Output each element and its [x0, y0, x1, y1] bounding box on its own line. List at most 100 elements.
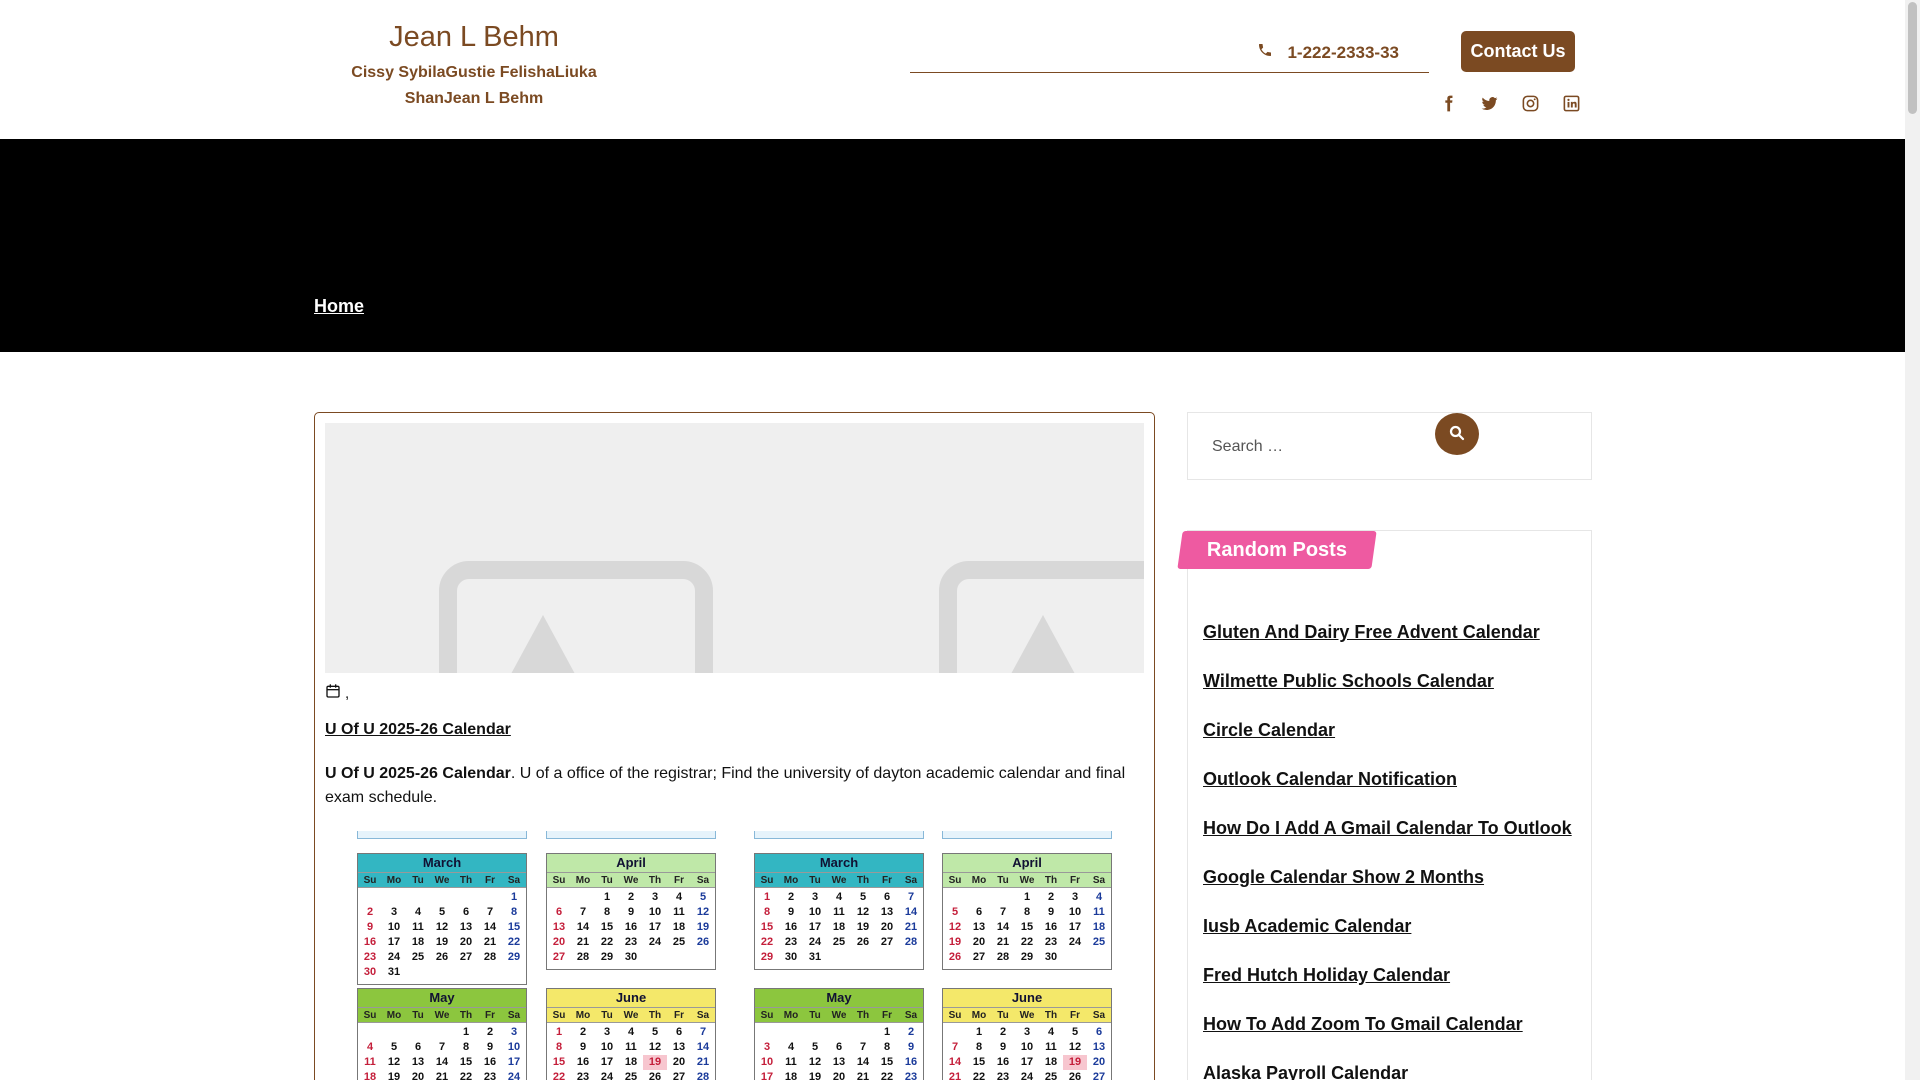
calendar-day: 25 [1044, 1071, 1058, 1080]
calendar-day: 18 [832, 921, 846, 933]
calendar-day: 26 [856, 936, 870, 948]
calendar-day: 10 [507, 1041, 521, 1053]
search-input[interactable] [1212, 433, 1412, 461]
calendar-day: 20 [552, 936, 566, 948]
calendar-day: 11 [364, 1056, 376, 1068]
search-button[interactable] [1435, 413, 1479, 455]
calendar-day: 24 [808, 936, 822, 948]
calendar-day: 23 [576, 1071, 590, 1080]
calendar-weekday: Su [363, 875, 377, 886]
calendar-weekday: Mo [783, 1010, 799, 1021]
calendar-day: 27 [972, 951, 986, 963]
calendar-day: 7 [699, 1026, 707, 1038]
calendar-day: 18 [1044, 1056, 1058, 1068]
post-title-link[interactable]: U Of U 2025-26 Calendar [325, 721, 511, 739]
calendar-day: 17 [387, 936, 401, 948]
list-item: How Do I Add A Gmail Calendar To Outlook [1203, 818, 1572, 867]
calendar-day-empty [358, 1025, 382, 1040]
calendar-day: 19 [435, 936, 449, 948]
random-post-link[interactable]: Gluten And Dairy Free Advent Calendar [1203, 622, 1540, 642]
calendar-day: 18 [1092, 921, 1106, 933]
calendar-day: 27 [672, 1071, 686, 1080]
calendar-day: 23 [363, 951, 377, 963]
random-posts-title: Random Posts [1177, 531, 1377, 569]
random-post-link[interactable]: Alaska Payroll Calendar [1203, 1063, 1408, 1080]
site-branding: Jean L Behm Cissy SybilaGustie FelishaLi… [330, 18, 618, 112]
calendar-day: 22 [880, 1071, 894, 1080]
linkedin-icon[interactable] [1561, 92, 1582, 114]
calendar-day: 11 [1093, 906, 1105, 918]
calendar-day: 14 [948, 1056, 962, 1068]
instagram-icon[interactable] [1520, 92, 1541, 114]
calendar-weekday: Sa [904, 875, 918, 886]
tagline-line-1: Cissy SybilaGustie FelishaLiuka [351, 64, 597, 81]
calendar-day: 8 [462, 1041, 470, 1053]
calendar-day: 30 [1044, 951, 1058, 963]
contact-us-button[interactable]: Contact Us [1461, 31, 1575, 72]
featured-image-placeholder[interactable] [325, 423, 1144, 673]
calendar-day-empty [358, 890, 382, 905]
calendar-day: 7 [859, 1041, 867, 1053]
calendar-day: 26 [648, 1071, 662, 1080]
calendar-day: 11 [625, 1041, 637, 1053]
calendar-image[interactable]: March Su Mo Tu We Th Fr Sa 1 2 3 4 5 6 7 8 9 10 11 12 13 14 15… [325, 831, 1144, 1080]
calendar-day: 25 [1092, 936, 1106, 948]
random-post-link[interactable]: Google Calendar Show 2 Months [1203, 867, 1484, 887]
calendar-days: 1234567891011121314151617181920212223242… [547, 1023, 715, 1080]
image-placeholder-mountain [1005, 615, 1081, 673]
calendar-weekday: Su [760, 875, 774, 886]
calendar-weekday: We [434, 875, 450, 886]
twitter-icon[interactable] [1479, 92, 1500, 114]
calendar-day: 3 [1071, 891, 1079, 903]
random-post-link[interactable]: How Do I Add A Gmail Calendar To Outlook [1203, 818, 1572, 838]
calendar-day-empty [430, 890, 454, 905]
random-post-link[interactable]: Fred Hutch Holiday Calendar [1203, 965, 1450, 985]
scrollbar-thumb[interactable] [1908, 2, 1917, 114]
calendar-day: 11 [785, 1056, 797, 1068]
calendar-weekday: We [1019, 1010, 1035, 1021]
breadcrumb-home[interactable]: Home [314, 296, 364, 317]
calendar-day: 24 [387, 951, 401, 963]
page-scrollbar[interactable] [1905, 0, 1920, 1080]
random-post-link[interactable]: How To Add Zoom To Gmail Calendar [1203, 1014, 1523, 1034]
post-meta-separator: , [345, 684, 350, 702]
calendar-day-empty [943, 1025, 967, 1040]
calendar-day: 21 [435, 1071, 449, 1080]
calendar-weekday: Fr [1070, 1010, 1080, 1021]
calendar-month-title: June [943, 989, 1111, 1007]
calendar-day: 17 [1068, 921, 1082, 933]
facebook-icon[interactable] [1438, 92, 1459, 114]
calendar-day: 18 [784, 1071, 798, 1080]
calendar-day: 17 [808, 921, 822, 933]
list-item: Wilmette Public Schools Calendar [1203, 671, 1572, 720]
random-post-link[interactable]: Iusb Academic Calendar [1203, 916, 1411, 936]
random-post-link[interactable]: Wilmette Public Schools Calendar [1203, 671, 1494, 691]
calendar-day: 13 [1092, 1041, 1106, 1053]
calendar-weekday: Fr [882, 875, 892, 886]
random-post-link[interactable]: Outlook Calendar Notification [1203, 769, 1457, 789]
calendar-day: 17 [507, 1056, 521, 1068]
page-banner: Home [0, 139, 1905, 352]
site-title[interactable]: Jean L Behm [330, 18, 618, 56]
calendar-day: 16 [576, 1056, 590, 1068]
calendar-day: 14 [696, 1041, 710, 1053]
calendar-weekday: We [831, 875, 847, 886]
phone-contact[interactable]: 1-222-2333-33 [1257, 42, 1399, 63]
random-post-link[interactable]: Circle Calendar [1203, 720, 1335, 740]
calendar-day-empty [851, 1025, 875, 1040]
calendar-weekday: Tu [601, 1010, 613, 1021]
calendar-days: 1234567891011121314151617181920212223242… [943, 888, 1111, 969]
calendar-weekday: We [623, 1010, 639, 1021]
calendar-weekday: Sa [1092, 875, 1106, 886]
calendar-day: 14 [576, 921, 590, 933]
calendar-day: 30 [624, 951, 638, 963]
calendar-day: 4 [627, 1026, 635, 1038]
calendar-day: 15 [600, 921, 614, 933]
calendar-day: 25 [672, 936, 686, 948]
calendar-day: 18 [411, 936, 425, 948]
calendar-day: 23 [784, 936, 798, 948]
calendar-day-empty [755, 1025, 779, 1040]
calendar-month: March Su Mo Tu We Th Fr Sa 1 2 3 4 5 6 7 8 9 10 11 12 13 14 15… [754, 853, 924, 970]
calendar-weekday: Sa [1092, 1010, 1106, 1021]
calendar-day: 15 [1020, 921, 1034, 933]
